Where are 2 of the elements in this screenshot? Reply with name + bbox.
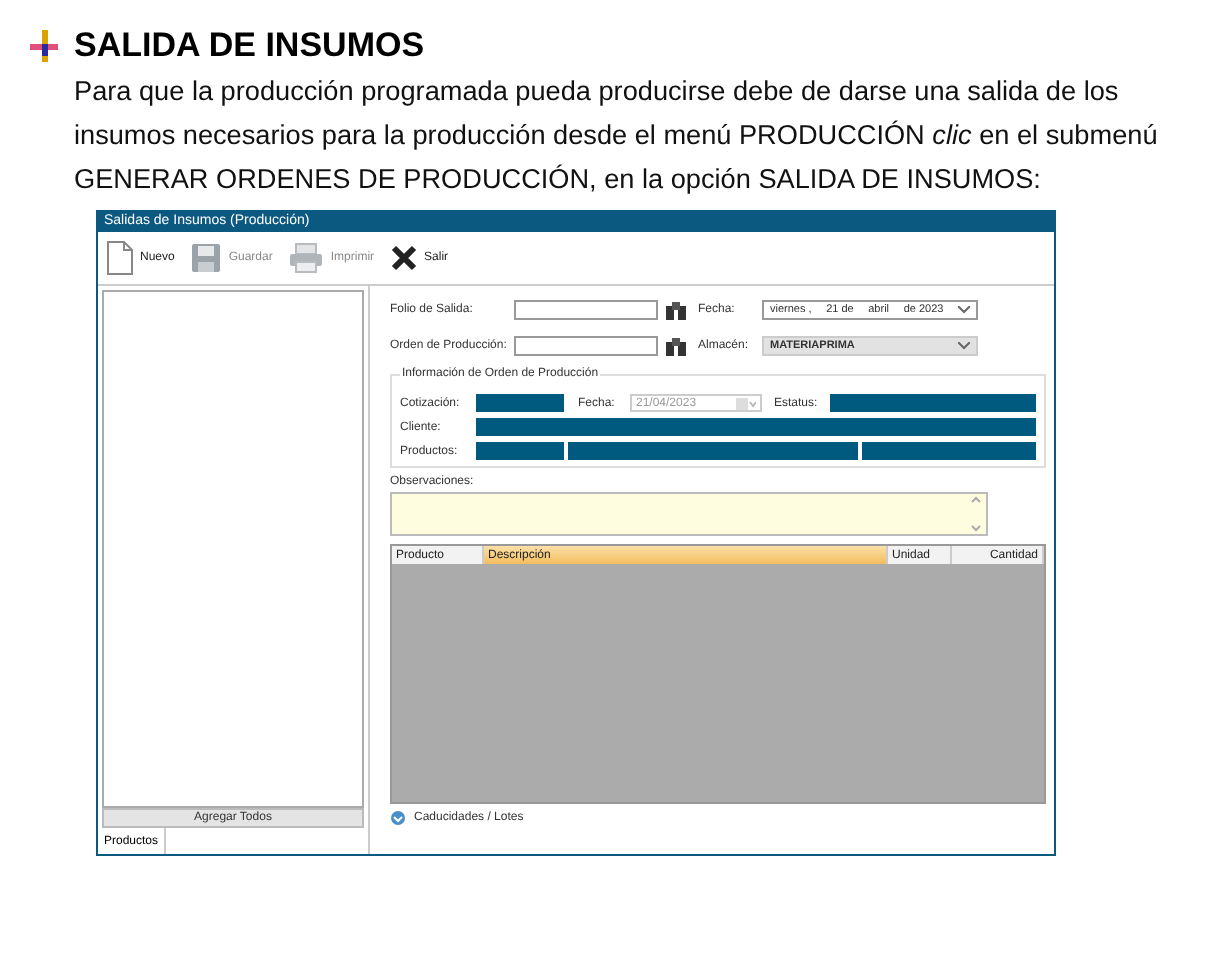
instruction-paragraph: Para que la producción programada pueda producirse debe de darse una salida de los insumos necesarios para la producción desde el menú PRODUCCIÓN clic en el submenú GENERAR ORDENES DE PRODUCCIÓN, en la opción SALIDA DE INSUMOS: bbox=[74, 74, 1160, 198]
section-heading: SALIDA DE INSUMOS bbox=[74, 26, 425, 66]
